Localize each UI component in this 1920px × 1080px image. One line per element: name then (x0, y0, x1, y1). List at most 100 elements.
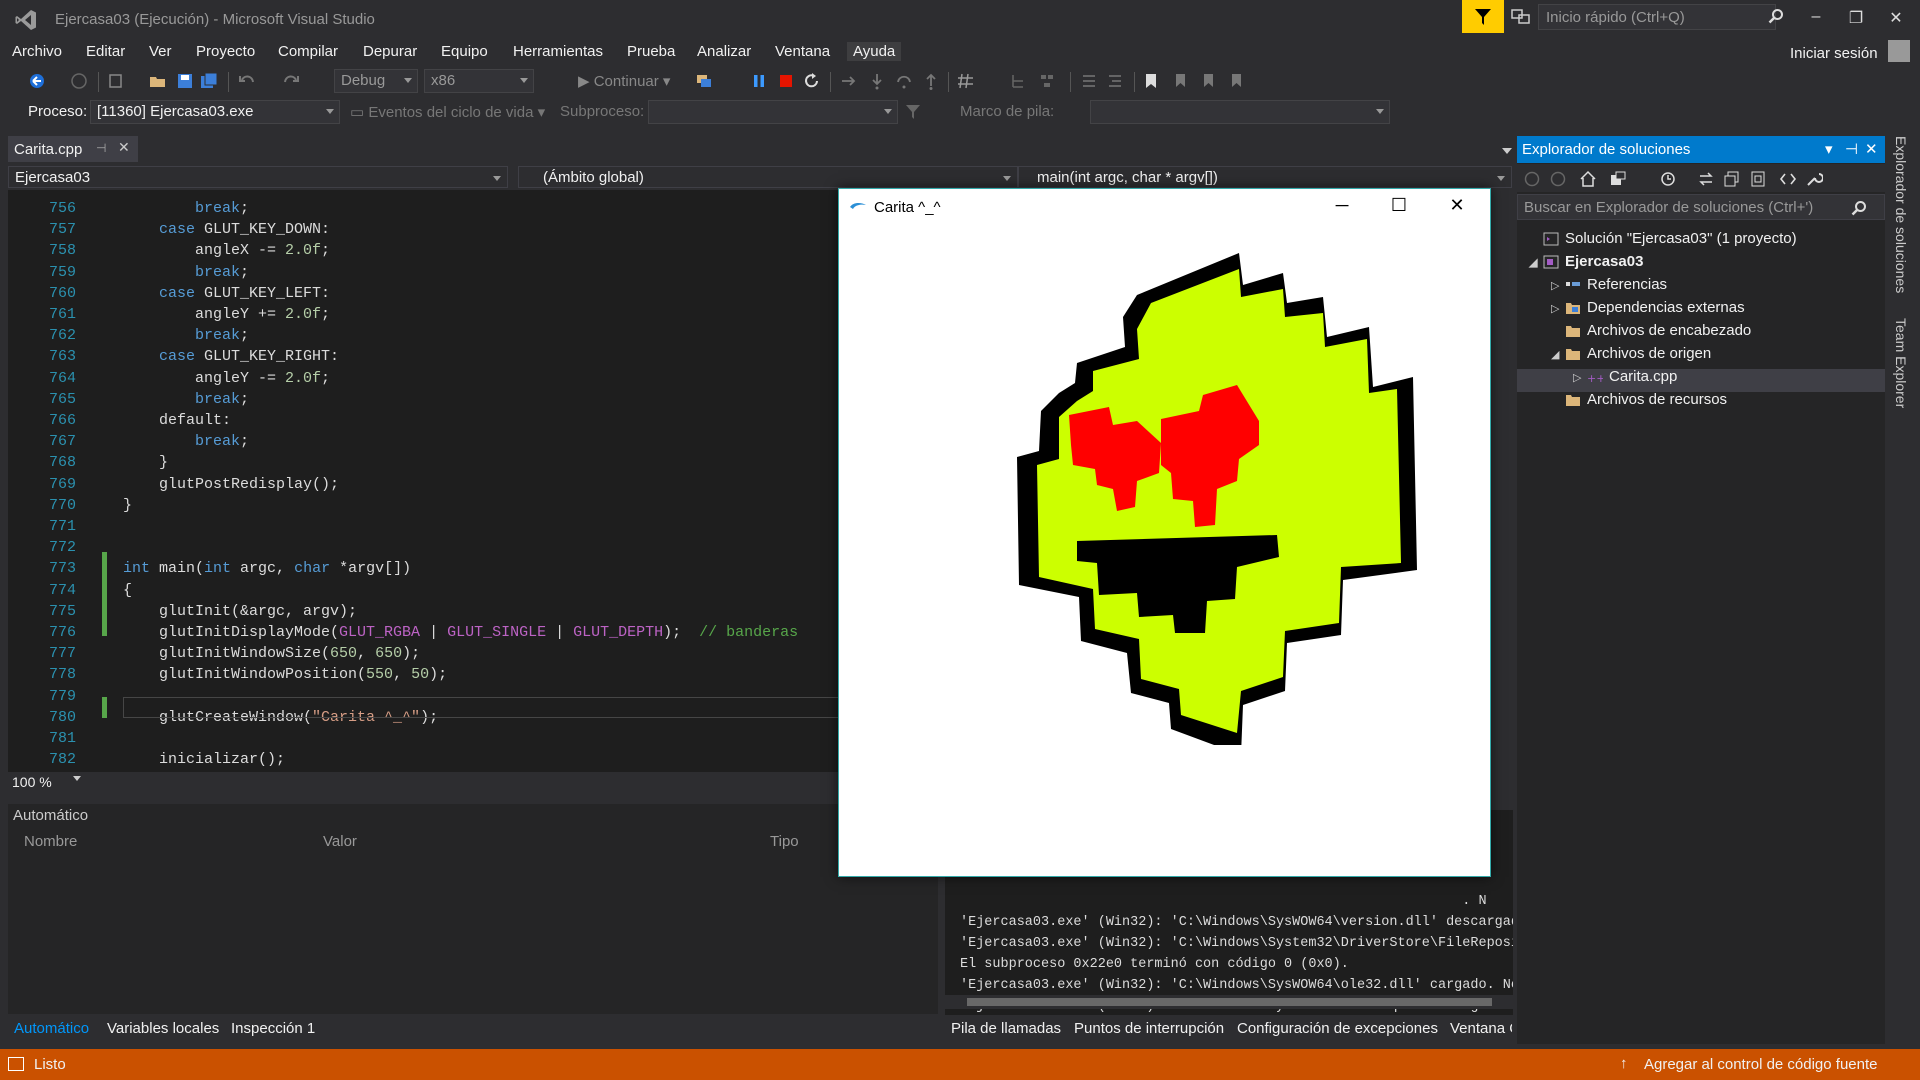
search-icon[interactable] (1851, 200, 1867, 216)
tab-carita-cpp[interactable]: Carita.cpp ⊣ ✕ (8, 136, 138, 162)
back-icon[interactable] (28, 72, 46, 90)
show-all-files-icon[interactable] (1749, 170, 1767, 188)
tree-project[interactable]: ◢ Ejercasa03 (1529, 251, 1643, 273)
tree-archivos-de-encabezado[interactable]: Archivos de encabezado (1551, 320, 1751, 342)
output-horizontal-scrollbar[interactable] (945, 995, 1513, 1009)
account-avatar-icon[interactable] (1888, 40, 1910, 62)
tab-automatico[interactable]: Automático (14, 1020, 89, 1037)
menu-analizar[interactable]: Analizar (697, 43, 751, 60)
glut-app-window[interactable]: Carita ^_^ ─ ☐ ✕ (838, 188, 1491, 877)
platform-select[interactable]: x86 (424, 69, 534, 93)
close-pane-icon[interactable]: ✕ (1865, 140, 1878, 158)
window-position-dropdown-icon[interactable]: ▾ (1825, 140, 1833, 158)
tab-configuracion-de-excepciones[interactable]: Configuración de excepciones (1237, 1020, 1438, 1037)
back-icon[interactable] (1523, 170, 1541, 188)
tab-inspeccion-1[interactable]: Inspección 1 (231, 1020, 315, 1037)
bookmark-icon[interactable] (1142, 72, 1160, 90)
collapsed-arrow-icon[interactable]: ▷ (1573, 367, 1587, 389)
zoom-level[interactable]: 100 % (12, 774, 52, 790)
step-out-icon[interactable] (922, 72, 940, 90)
search-icon[interactable] (1768, 8, 1784, 24)
forward-icon[interactable] (1549, 170, 1567, 188)
show-next-statement-icon[interactable] (840, 72, 858, 90)
pin-icon[interactable]: ⊣ (96, 141, 106, 155)
menu-herramientas[interactable]: Herramientas (513, 43, 603, 60)
menu-compilar[interactable]: Compilar (278, 43, 338, 60)
tree-solution[interactable]: Solución "Ejercasa03" (1 proyecto) (1529, 228, 1797, 250)
tree-archivos-de-origen[interactable]: ◢ Archivos de origen (1551, 343, 1711, 365)
thread-select[interactable] (648, 100, 898, 124)
switch-views-icon[interactable] (1609, 170, 1627, 188)
tab-ventana-c[interactable]: Ventana C (1450, 1020, 1512, 1037)
parallel-stacks-icon[interactable] (1038, 72, 1056, 90)
minimize-button[interactable]: – (1806, 8, 1826, 26)
uncomment-lines-icon[interactable] (1106, 72, 1124, 90)
continue-button[interactable]: ▶ Continuar ▾ (578, 72, 670, 90)
autos-column-value[interactable]: Valor (323, 833, 357, 850)
undo-icon[interactable] (238, 72, 256, 90)
collapsed-arrow-icon[interactable]: ▷ (1551, 298, 1565, 320)
menu-archivo[interactable]: Archivo (12, 43, 62, 60)
scrollbar-thumb[interactable] (967, 998, 1492, 1006)
project-nav-select[interactable]: Ejercasa03 (8, 166, 508, 188)
source-control-up-icon[interactable]: ↑ (1620, 1055, 1628, 1072)
prev-bookmark-icon[interactable] (1170, 72, 1188, 90)
menu-editar[interactable]: Editar (86, 43, 125, 60)
add-to-source-control-button[interactable]: Agregar al control de código fuente (1644, 1056, 1878, 1073)
zoom-dropdown-icon[interactable] (73, 776, 81, 781)
notification-filter-button[interactable] (1462, 0, 1504, 33)
tree-carita-cpp[interactable]: ▷ ++ Carita.cpp (1573, 366, 1677, 388)
side-tab-solution-explorer[interactable]: Explorador de soluciones (1893, 136, 1909, 293)
glut-close-button[interactable]: ✕ (1442, 195, 1472, 219)
menu-depurar[interactable]: Depurar (363, 43, 417, 60)
redo-icon[interactable] (282, 72, 300, 90)
process-select[interactable]: [11360] Ejercasa03.exe (90, 100, 340, 124)
close-button[interactable]: ✕ (1886, 8, 1906, 27)
clear-bookmarks-icon[interactable] (1226, 72, 1244, 90)
comment-lines-icon[interactable] (1080, 72, 1098, 90)
show-threads-icon[interactable] (1010, 72, 1028, 90)
feedback-icon[interactable] (1510, 6, 1532, 28)
step-over-icon[interactable] (895, 72, 913, 90)
member-nav-select[interactable]: main(int argc, char * argv[]) (1018, 166, 1512, 188)
forward-icon[interactable] (70, 72, 88, 90)
open-file-icon[interactable] (149, 72, 167, 90)
editor-vertical-scrollbar[interactable] (1489, 190, 1505, 772)
autos-column-type[interactable]: Tipo (770, 833, 799, 850)
menu-ayuda[interactable]: Ayuda (847, 42, 902, 61)
lifecycle-events-button[interactable]: ▭ Eventos del ciclo de vida ▾ (350, 103, 545, 121)
auto-hide-pin-icon[interactable]: ⊣ (1845, 140, 1858, 158)
attach-process-icon[interactable] (695, 72, 713, 90)
close-tab-icon[interactable]: ✕ (118, 139, 130, 156)
sync-with-document-icon[interactable] (1697, 170, 1715, 188)
stack-frame-select[interactable] (1090, 100, 1390, 124)
properties-wrench-icon[interactable] (1805, 170, 1823, 188)
glut-maximize-button[interactable]: ☐ (1384, 195, 1414, 219)
expanded-arrow-icon[interactable]: ◢ (1551, 344, 1565, 366)
pending-changes-filter-icon[interactable] (1659, 170, 1677, 188)
quick-launch-input[interactable]: Inicio rápido (Ctrl+Q) (1538, 4, 1776, 30)
tree-dependencias-externas[interactable]: ▷ Dependencias externas (1551, 297, 1745, 319)
new-project-icon[interactable] (107, 72, 125, 90)
sign-in-link[interactable]: Iniciar sesión (1790, 45, 1878, 62)
menu-equipo[interactable]: Equipo (441, 43, 488, 60)
tree-referencias[interactable]: ▷ Referencias (1551, 274, 1667, 296)
solution-configuration-select[interactable]: Debug (334, 69, 418, 93)
next-bookmark-icon[interactable] (1198, 72, 1216, 90)
break-all-icon[interactable] (750, 72, 768, 90)
tab-variables-locales[interactable]: Variables locales (107, 1020, 219, 1037)
restart-icon[interactable] (803, 72, 821, 90)
home-icon[interactable] (1579, 170, 1597, 188)
tree-archivos-de-recursos[interactable]: Archivos de recursos (1551, 389, 1727, 411)
menu-proyecto[interactable]: Proyecto (196, 43, 255, 60)
tab-list-dropdown-icon[interactable] (1502, 148, 1512, 154)
tab-puntos-de-interrupcion[interactable]: Puntos de interrupción (1074, 1020, 1224, 1037)
expanded-arrow-icon[interactable]: ◢ (1529, 252, 1543, 274)
autos-column-name[interactable]: Nombre (24, 833, 77, 850)
menu-ver[interactable]: Ver (149, 43, 172, 60)
tab-pila-de-llamadas[interactable]: Pila de llamadas (951, 1020, 1061, 1037)
restore-button[interactable]: ❐ (1846, 8, 1866, 27)
side-tab-team-explorer[interactable]: Team Explorer (1893, 318, 1909, 408)
view-code-icon[interactable] (1779, 170, 1797, 188)
menu-prueba[interactable]: Prueba (627, 43, 675, 60)
